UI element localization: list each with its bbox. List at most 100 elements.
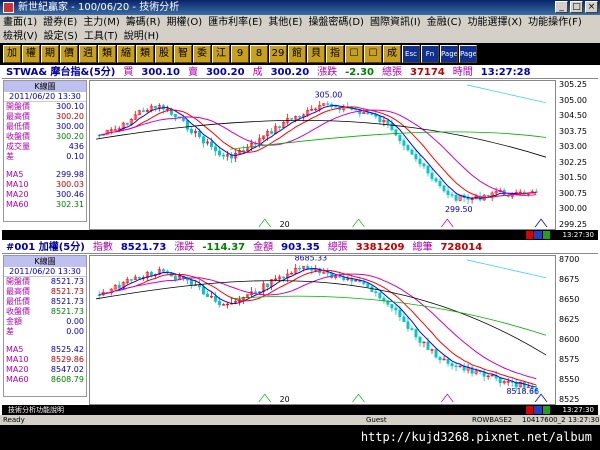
ohlc-info-box: K線圖 2011/06/20 13:30 開盤價 8521.73 最高價 8521.73 最…: [3, 255, 87, 397]
ohlc-row: 最低價 8521.73: [4, 297, 86, 307]
ma-row: MA10 300.03: [4, 180, 86, 190]
quote-header: #001 加權(5分) 指數 8521.73 漲跌 -114.37 金額 903…: [2, 241, 598, 254]
symbol-label: STWA& 摩台指&(5分): [6, 67, 116, 78]
ma-key: MA20: [6, 365, 29, 374]
ohlc-row: 差 0.10: [4, 152, 86, 162]
candle-body: [378, 116, 382, 123]
menu-item[interactable]: 檢視(V): [0, 29, 41, 44]
toolbar-button[interactable]: 週: [79, 45, 97, 63]
ma-key: MA20: [6, 190, 29, 199]
menu-item[interactable]: 證券(E): [40, 15, 80, 30]
menu-item[interactable]: 國際資訊(I): [367, 15, 424, 30]
toolbar-button[interactable]: 9: [231, 45, 249, 63]
axis-tick-label: 8625: [559, 315, 580, 324]
price-chart-taiex[interactable]: 8685.33 8518.66 20: [89, 255, 556, 405]
menu-item[interactable]: 設定(S): [41, 29, 81, 44]
toolbar-button[interactable]: 8: [250, 45, 268, 63]
menu-item[interactable]: 畫面(1): [0, 15, 40, 30]
signal-marker: [352, 393, 365, 403]
menu-item[interactable]: 操盤密碼(D): [305, 15, 367, 30]
menu-item[interactable]: 期權(O): [164, 15, 206, 30]
toolbar-button[interactable]: 指: [326, 45, 344, 63]
ohlc-row: 最高價 8521.73: [4, 287, 86, 297]
candle-body: [406, 321, 410, 329]
buy-value: 300.10: [141, 67, 180, 78]
candle-body: [446, 190, 450, 195]
candle-body: [498, 377, 502, 384]
ohlc-row: 收盤價 300.20: [4, 132, 86, 142]
toolbar-button[interactable]: 成: [383, 45, 401, 63]
toolbar-button[interactable]: 委: [193, 45, 211, 63]
menu-item[interactable]: 說明(H): [121, 29, 162, 44]
upper-band-line: [466, 84, 547, 104]
row-key: 最高價: [6, 287, 30, 296]
close-button[interactable]: ×: [585, 1, 598, 13]
toolbar-button[interactable]: 類: [136, 45, 154, 63]
low-annotation: 8518.66: [507, 387, 540, 396]
symbol-label: #001 加權(5分): [6, 242, 85, 253]
volume-label: 總張: [327, 242, 348, 253]
ma-row: MA60 8608.79: [4, 375, 86, 385]
row-value: 0.00: [66, 327, 84, 336]
toolbar-button[interactable]: 期: [41, 45, 59, 63]
ma-value: 302.31: [56, 200, 84, 209]
volume-value: 3381209: [355, 242, 405, 253]
candle-body: [282, 276, 286, 279]
candle-body: [410, 149, 414, 155]
menu-item[interactable]: 功能操作(F): [525, 15, 585, 30]
row-value: 8521.73: [50, 297, 84, 306]
price-chart-stwa[interactable]: 305.00 299.50 20: [89, 80, 556, 230]
toolbar-button[interactable]: 縮: [117, 45, 135, 63]
menu-item[interactable]: 工具(T): [81, 29, 121, 44]
candle-body: [322, 272, 326, 274]
minimize-button[interactable]: _: [555, 1, 568, 13]
candle-body: [173, 114, 177, 118]
high-annotation: 8685.33: [295, 255, 328, 263]
toolbar-key-button[interactable]: Fn: [421, 45, 439, 63]
row-key: 開盤價: [6, 102, 30, 111]
toolbar-key-button[interactable]: Page Dn: [459, 45, 477, 63]
menu-item[interactable]: 功能選擇(X): [465, 15, 526, 30]
kchart-label: K線圖: [4, 81, 86, 92]
window-title: 新世紀贏家 - 100/06/20 - 技術分析: [18, 2, 180, 13]
toolbar-button[interactable]: 貝: [307, 45, 325, 63]
toolbar-button[interactable]: 權: [22, 45, 40, 63]
candle-body: [450, 194, 454, 196]
toolbar-key-button[interactable]: Page Up: [440, 45, 458, 63]
chart-panel-stwa: STWA& 摩台指&(5分) 買 300.10 賣 300.20 成 300.2…: [0, 65, 600, 240]
toolbar-button[interactable]: ☐: [364, 45, 382, 63]
toolbar-button[interactable]: 加: [3, 45, 21, 63]
toolbar-button[interactable]: 股: [155, 45, 173, 63]
ohlc-row: 最高價 300.20: [4, 112, 86, 122]
toolbar-button[interactable]: 館: [288, 45, 306, 63]
candle-body: [422, 163, 426, 167]
menu-item[interactable]: 籌碼(R): [123, 15, 164, 30]
time-value: 13:27:28: [480, 67, 531, 78]
toolbar-button[interactable]: 江: [212, 45, 230, 63]
toolbar-key-button[interactable]: Esc: [402, 45, 420, 63]
signal-marker: [258, 393, 272, 403]
toolbar-button[interactable]: ☐: [345, 45, 363, 63]
toolbar-button[interactable]: 價: [60, 45, 78, 63]
axis-tick-label: 8525: [559, 395, 580, 404]
toolbar-button[interactable]: 智: [174, 45, 192, 63]
toolbar-button[interactable]: 29: [269, 45, 287, 63]
maximize-button[interactable]: □: [570, 1, 583, 13]
menu-item[interactable]: 金融(C): [424, 15, 465, 30]
change-label: 漲跌: [174, 242, 195, 253]
candle-body: [434, 349, 438, 358]
menu-bar-secondary: 檢視(V) 設定(S) 工具(T) 說明(H): [0, 29, 600, 44]
index-label: 指數: [92, 242, 113, 253]
axis-tick-label: 301.50: [559, 173, 587, 183]
axis-tick-label: 300.75: [559, 188, 587, 198]
volume-label: 總張: [381, 67, 402, 78]
menu-item[interactable]: 匯市利率(E): [205, 15, 265, 30]
ma60-trend-line: [95, 280, 547, 356]
menu-item[interactable]: 主力(M): [80, 15, 122, 30]
toolbar-button[interactable]: 類: [98, 45, 116, 63]
candle-body: [254, 291, 258, 293]
bar-datetime: 2011/06/20 13:30: [4, 92, 86, 102]
menu-item[interactable]: 其他(E): [265, 15, 305, 30]
axis-tick-label: 303.75: [559, 126, 587, 136]
ma-key: MA5: [6, 170, 24, 179]
